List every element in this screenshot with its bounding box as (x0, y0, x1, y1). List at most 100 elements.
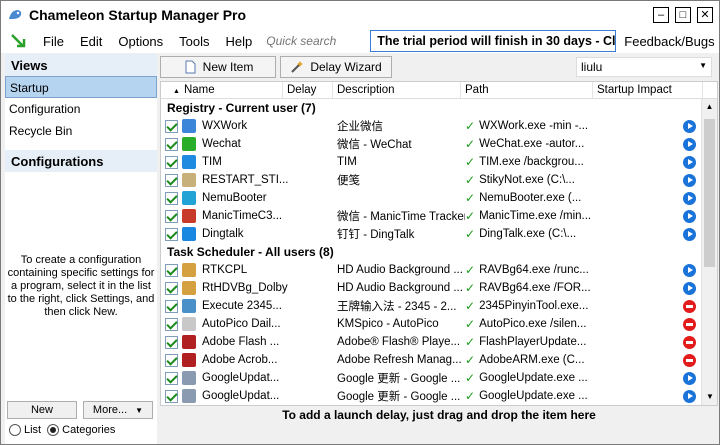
quick-search-input[interactable] (266, 31, 371, 51)
table-row[interactable]: AutoPico Dail... KMSpico - AutoPico ✓ AutoP… (161, 315, 717, 333)
col-name[interactable]: ▲ Name (161, 82, 283, 98)
enable-checkbox[interactable] (165, 353, 178, 367)
table-row[interactable]: GoogleUpdat... Google 更新 - Google ... ✓ Goo… (161, 387, 717, 405)
enable-checkbox[interactable] (165, 173, 178, 187)
program-icon (182, 335, 196, 349)
delay-wizard-button[interactable]: Delay Wizard (280, 56, 392, 78)
radio-list[interactable] (9, 424, 21, 437)
enable-checkbox[interactable] (165, 155, 178, 169)
mode-list-option[interactable]: List (9, 424, 41, 437)
table-row[interactable]: WXWork 企业微信 ✓ WXWork.exe -min -... (161, 117, 717, 135)
col-description[interactable]: Description (333, 82, 461, 98)
table-row[interactable]: NemuBooter ✓ NemuBooter.exe (... (161, 189, 717, 207)
col-path[interactable]: Path (461, 82, 593, 98)
row-description: 钉钉 - DingTalk (337, 229, 415, 241)
run-status-icon[interactable] (683, 227, 696, 241)
enable-checkbox[interactable] (165, 263, 178, 277)
new-item-label: New Item (202, 60, 254, 74)
row-path: ✓ StikyNot.exe (C:\... (465, 173, 697, 187)
enable-checkbox[interactable] (165, 317, 178, 331)
row-description: 微信 - WeChat (337, 139, 412, 151)
program-icon (182, 353, 196, 367)
close-button[interactable]: ✕ (697, 7, 713, 23)
menu-options[interactable]: Options (110, 34, 171, 49)
stop-status-icon[interactable] (683, 335, 696, 349)
enable-checkbox[interactable] (165, 209, 178, 223)
verified-check-icon: ✓ (465, 389, 476, 403)
feedback-bugs-link[interactable]: Feedback/Bugs (624, 34, 714, 49)
enable-checkbox[interactable] (165, 137, 178, 151)
program-icon (182, 137, 196, 151)
col-delay[interactable]: Delay (283, 82, 333, 98)
scroll-thumb[interactable] (704, 119, 715, 267)
row-path-text: GoogleUpdate.exe ... (479, 372, 588, 384)
radio-categories[interactable] (47, 424, 60, 437)
more-button[interactable]: More... ▼ (83, 401, 153, 419)
table-row[interactable]: Dingtalk 钉钉 - DingTalk ✓ DingTalk.exe (C:\.… (161, 225, 717, 243)
mode-categories-label: Categories (62, 424, 116, 436)
table-row[interactable]: Adobe Acrob... Adobe Refresh Manag... ✓ Ado… (161, 351, 717, 369)
run-status-icon[interactable] (683, 371, 696, 385)
stop-status-icon[interactable] (683, 299, 696, 313)
menu-file[interactable]: File (35, 34, 72, 49)
stop-status-icon[interactable] (683, 317, 696, 331)
maximize-button[interactable]: □ (675, 7, 691, 23)
col-startup-impact[interactable]: Startup Impact (593, 82, 703, 98)
enable-checkbox[interactable] (165, 335, 178, 349)
enable-checkbox[interactable] (165, 281, 178, 295)
table-row[interactable]: RTKCPL HD Audio Background ... ✓ RAVBg64.ex… (161, 261, 717, 279)
scroll-down-icon[interactable]: ▼ (702, 389, 717, 405)
group-header[interactable]: Task Scheduler - All users (8) (161, 243, 717, 261)
enable-checkbox[interactable] (165, 389, 178, 403)
new-item-button[interactable]: New Item (160, 56, 276, 78)
scroll-up-icon[interactable]: ▲ (702, 99, 717, 115)
table-row[interactable]: TIM TIM ✓ TIM.exe /backgrou... (161, 153, 717, 171)
minimize-button[interactable]: – (653, 7, 669, 23)
table-row[interactable]: RESTART_STI... 便笺 ✓ StikyNot.exe (C:\... (161, 171, 717, 189)
row-path: ✓ DingTalk.exe (C:\... (465, 227, 697, 241)
table-row[interactable]: RtHDVBg_Dolby HD Audio Background ... ✓ RAV… (161, 279, 717, 297)
view-recycle-bin[interactable]: Recycle Bin (5, 120, 157, 142)
enable-checkbox[interactable] (165, 227, 178, 241)
run-status-icon[interactable] (683, 137, 696, 151)
run-status-icon[interactable] (683, 263, 696, 277)
enable-checkbox[interactable] (165, 299, 178, 313)
table-row[interactable]: Execute 2345... 王牌输入法 - 2345 - 2... ✓ 2345P… (161, 297, 717, 315)
row-description: Adobe Refresh Manag... (337, 354, 462, 366)
run-status-icon[interactable] (683, 173, 696, 187)
run-status-icon[interactable] (683, 281, 696, 295)
stop-status-icon[interactable] (683, 353, 696, 367)
run-status-icon[interactable] (683, 209, 696, 223)
enable-checkbox[interactable] (165, 119, 178, 133)
table-row[interactable]: GoogleUpdat... Google 更新 - Google ... ✓ Goo… (161, 369, 717, 387)
new-configuration-button[interactable]: New (7, 401, 77, 419)
group-header[interactable]: Registry - Current user (7) (161, 99, 717, 117)
menu-edit[interactable]: Edit (72, 34, 110, 49)
row-path: ✓ GoogleUpdate.exe ... (465, 371, 697, 385)
delay-wizard-label: Delay Wizard (310, 60, 382, 74)
program-icon (182, 281, 196, 295)
menu-help[interactable]: Help (218, 34, 261, 49)
table-row[interactable]: Adobe Flash ... Adobe® Flash® Playe... ✓ Fl… (161, 333, 717, 351)
menu-tools[interactable]: Tools (171, 34, 217, 49)
mode-categories-option[interactable]: Categories (47, 424, 116, 437)
trial-banner[interactable]: The trial period will finish in 30 days … (370, 30, 617, 52)
run-status-icon[interactable] (683, 155, 696, 169)
verified-check-icon: ✓ (465, 263, 476, 277)
enable-checkbox[interactable] (165, 371, 178, 385)
table-row[interactable]: ManicTimeC3... 微信 - ManicTime Tracker ✓ Man… (161, 207, 717, 225)
table-row[interactable]: Wechat 微信 - WeChat ✓ WeChat.exe -autor... (161, 135, 717, 153)
run-status-icon[interactable] (683, 119, 696, 133)
row-path-text: RAVBg64.exe /FOR... (479, 282, 591, 294)
vertical-scrollbar[interactable]: ▲ ▼ (701, 99, 717, 405)
title-bar: Chameleon Startup Manager Pro – □ ✕ (1, 1, 719, 29)
user-select[interactable]: liulu ▼ (576, 57, 712, 77)
program-icon (182, 317, 196, 331)
enable-checkbox[interactable] (165, 191, 178, 205)
run-status-icon[interactable] (683, 191, 696, 205)
drop-hint: To add a launch delay, just drag and dro… (282, 408, 596, 422)
view-configuration[interactable]: Configuration (5, 98, 157, 120)
run-status-icon[interactable] (683, 389, 696, 403)
row-path-text: AutoPico.exe /silen... (479, 318, 587, 330)
view-startup[interactable]: Startup (5, 76, 157, 98)
